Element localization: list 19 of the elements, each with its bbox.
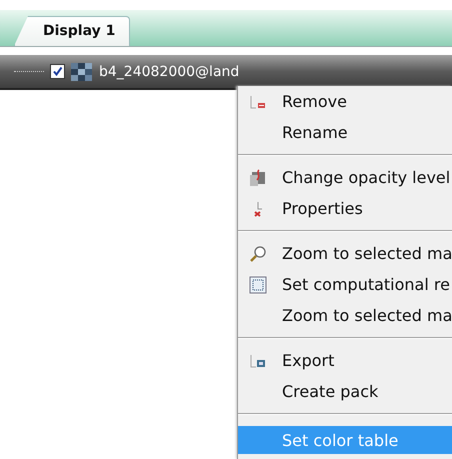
export-icon [250,352,266,368]
layer-name[interactable]: b4_24082000@land [99,64,240,80]
magnifier-icon [249,244,267,262]
menu-item[interactable]: Zoom to selected ma [238,300,452,331]
menu-item[interactable]: Rename [238,117,452,148]
menu-item[interactable]: Create pack [238,376,452,407]
menu-item[interactable]: Change opacity level [238,162,452,193]
properties-icon [252,200,264,216]
region-icon [249,276,267,294]
menu-item[interactable]: Properties [238,193,452,224]
layer-stack-icon [249,168,267,186]
tab[interactable]: Display 1 [14,16,130,46]
menu-item[interactable]: Set computational re [238,269,452,300]
checkbox[interactable] [50,64,65,79]
menu-item[interactable]: Export [238,345,452,376]
raster-layer-icon [71,62,93,80]
remove-icon [250,94,266,110]
menu-item[interactable]: Remove [238,86,452,117]
menu-item[interactable]: Zoom to selected ma [238,238,452,269]
